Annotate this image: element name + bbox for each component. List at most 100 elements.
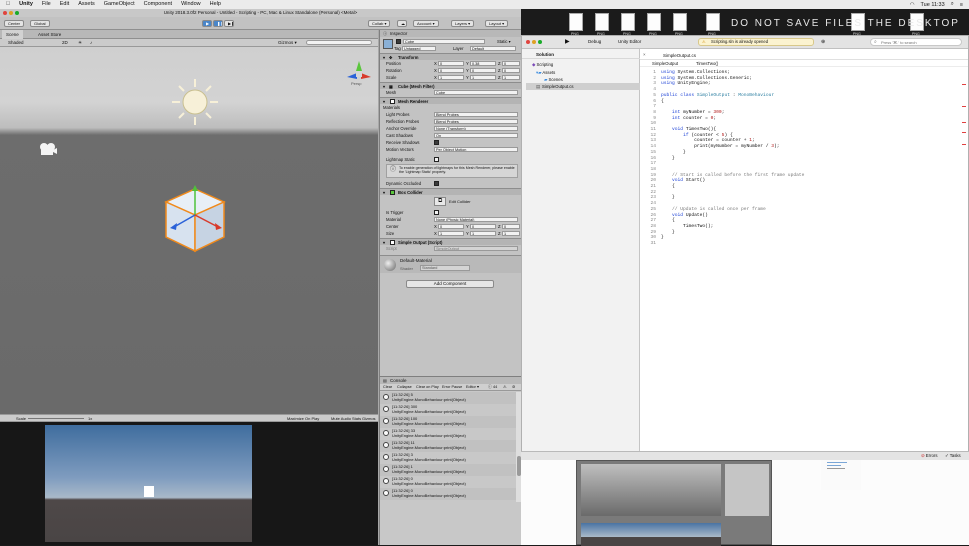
static-dropdown[interactable]: Static ▾ [497, 38, 511, 45]
tree-item-assets[interactable]: ▾▰ Assets [530, 69, 563, 77]
camera-icon[interactable] [38, 142, 58, 156]
scale-x-field[interactable]: 1 [438, 74, 464, 80]
editor-dropdown[interactable]: Editor ▾ [466, 384, 479, 391]
console-entry[interactable]: [11:32:26] 300 UnityEngine.MonoBehaviour:… [380, 404, 516, 416]
reflection-probes-dropdown[interactable]: Blend Probes [434, 118, 518, 124]
desktop-file-icon[interactable] [595, 13, 609, 31]
script-field[interactable]: SimpleOutput [434, 245, 518, 251]
is-trigger-checkbox[interactable] [434, 210, 439, 215]
clear-button[interactable]: Clear [383, 384, 392, 391]
console-entry[interactable]: [11:32:26] 0 UnityEngine.MonoBehaviour:pr… [380, 476, 516, 488]
desktop-file-icon[interactable] [569, 13, 583, 31]
directional-light-icon[interactable] [170, 77, 220, 127]
menu-file[interactable]: File [42, 0, 51, 9]
add-component-button[interactable]: Add Component [406, 280, 494, 288]
shading-mode-dropdown[interactable]: Shaded [4, 39, 28, 47]
desktop-file-icon[interactable] [673, 13, 687, 31]
position-z-field[interactable]: 0 [502, 60, 520, 66]
tab-inspector[interactable]: Inspector [390, 30, 407, 37]
foldout-arrow-icon[interactable]: ▾ [383, 189, 385, 196]
position-x-field[interactable]: 0 [438, 60, 464, 66]
lightmap-static-checkbox[interactable] [434, 157, 439, 162]
log-count-icon[interactable]: ⓘ [488, 384, 492, 391]
materials-foldout[interactable]: Materials [383, 104, 400, 111]
wifi-icon[interactable]: ◠ [910, 2, 915, 8]
code-editor[interactable]: × SimpleOutput.cs SimpleOutput TimesTwo(… [640, 49, 968, 452]
menu-list-icon[interactable]: ≡ [960, 2, 963, 8]
center-y-field[interactable]: 0 [470, 223, 496, 229]
mesh-field[interactable]: Cube [434, 89, 518, 95]
close-window-icon[interactable] [526, 40, 530, 44]
receive-shadows-checkbox[interactable] [434, 140, 439, 145]
tab-console[interactable]: Console [390, 378, 407, 383]
center-x-field[interactable]: 0 [438, 223, 464, 229]
global-toggle[interactable]: Global [30, 20, 50, 27]
material-section[interactable]: Default-Material Shader Standard [380, 255, 521, 273]
pause-button[interactable]: ❚❚ [213, 20, 223, 27]
code-line[interactable]: 31 [640, 241, 960, 247]
run-icon[interactable]: ▶ [565, 38, 570, 45]
active-checkbox[interactable] [396, 39, 401, 44]
editor-overview-ruler[interactable] [962, 70, 967, 440]
breadcrumb-class[interactable]: SimpleOutput [652, 60, 678, 67]
collab-dropdown[interactable]: Collab ▾ [368, 20, 391, 27]
layers-dropdown[interactable]: Layers ▾ [451, 20, 475, 27]
scene-search-input[interactable] [306, 40, 372, 45]
tree-item-simpleoutput[interactable]: ▤ SimpleOutput.cs [526, 83, 640, 90]
console-entry[interactable]: [11:32:26] 100 UnityEngine.MonoBehaviour:… [380, 416, 516, 428]
desktop-file-icon[interactable] [706, 13, 720, 31]
menu-assets[interactable]: Assets [78, 0, 95, 9]
desktop-file-icon[interactable] [621, 13, 635, 31]
light-probes-dropdown[interactable]: Blend Probes [434, 111, 518, 117]
clear-on-play-button[interactable]: Clear on Play [416, 384, 439, 391]
menu-gameobject[interactable]: GameObject [104, 0, 135, 9]
error-count-icon[interactable]: ⊘ [512, 384, 515, 391]
console-entry[interactable]: [11:32:26] 3 UnityEngine.MonoBehaviour:pr… [380, 452, 516, 464]
minimize-window-icon[interactable] [532, 40, 536, 44]
breadcrumb-method[interactable]: TimesTwo() [696, 60, 718, 67]
console-entry[interactable]: [11:32:26] 5 UnityEngine.MonoBehaviour:pr… [380, 392, 516, 404]
minimize-window-icon[interactable] [9, 11, 13, 15]
close-tab-icon[interactable]: × [643, 52, 646, 57]
error-pause-button[interactable]: Error Pause [442, 384, 462, 391]
rotation-z-field[interactable]: 0 [502, 67, 520, 73]
box-collider-enabled-checkbox[interactable] [390, 190, 395, 195]
rotation-y-field[interactable]: 0 [470, 67, 496, 73]
apple-icon[interactable]:  [6, 0, 10, 9]
mesh-filter-header[interactable]: ▾ ▦ Cube (Mesh Filter) [380, 82, 521, 89]
tree-item-scripting[interactable]: ◆ Scripting [530, 61, 563, 69]
warning-count-icon[interactable]: ⚠ [503, 384, 506, 391]
selected-cube[interactable] [160, 185, 230, 255]
scene-view[interactable]: Persp [0, 47, 378, 414]
zoom-window-icon[interactable] [538, 40, 542, 44]
search-input[interactable] [881, 39, 959, 45]
collider-material-field[interactable]: None (Physic Material) [434, 216, 518, 222]
materials-row[interactable]: Materials [380, 104, 521, 111]
layout-dropdown[interactable]: Layout ▾ [485, 20, 509, 27]
tag-dropdown[interactable]: Untagged [402, 45, 436, 51]
tab-simpleoutput[interactable]: SimpleOutput.cs [663, 53, 696, 58]
menu-help[interactable]: Help [210, 0, 221, 9]
code-area[interactable]: 1 using System.Collections; 2 using System.… [640, 70, 968, 250]
scale-y-field[interactable]: 1 [470, 74, 496, 80]
scale-slider[interactable] [28, 418, 84, 419]
object-name-field[interactable]: Cube [403, 38, 485, 44]
menu-window[interactable]: Window [181, 0, 201, 9]
console-entry[interactable]: [11:32:26] 1 UnityEngine.MonoBehaviour:pr… [380, 464, 516, 476]
notifications-icon[interactable]: ⊕ [821, 39, 825, 45]
menu-edit[interactable]: Edit [60, 0, 69, 9]
play-button[interactable]: ▶ [202, 20, 212, 27]
collapse-button[interactable]: Collapse [397, 384, 412, 391]
size-z-field[interactable]: 1 [502, 230, 520, 236]
gizmos-dropdown[interactable]: Gizmos ▾ [274, 39, 301, 47]
rotation-x-field[interactable]: 0 [438, 67, 464, 73]
size-y-field[interactable]: 1 [470, 230, 496, 236]
errors-pad-button[interactable]: ⊘ Errors [921, 453, 938, 459]
dynamic-occluded-checkbox[interactable] [434, 181, 439, 186]
position-y-field[interactable]: 0.38 [470, 60, 496, 66]
menu-app[interactable]: Unity [19, 0, 33, 9]
console-entry[interactable]: [11:32:26] 0 UnityEngine.MonoBehaviour:pr… [380, 488, 516, 500]
cast-shadows-dropdown[interactable]: On [434, 132, 518, 138]
persp-label[interactable]: Persp [351, 81, 361, 86]
center-toggle[interactable]: Center [4, 20, 25, 27]
